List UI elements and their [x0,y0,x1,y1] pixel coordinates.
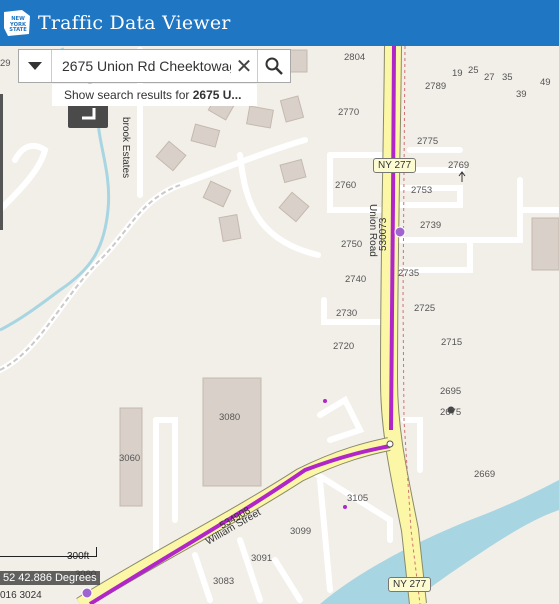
address-label: 39 [516,89,527,100]
search-input[interactable] [52,50,231,82]
poi-dot [343,505,347,509]
address-label: 2804 [344,52,366,63]
address-label: 2760 [335,180,357,191]
address-label: 2769 [448,160,470,171]
address-label: 35 [502,72,513,83]
coordinate-readout-secondary: 016 3024 [0,590,42,601]
suggestion-bold: 2675 U... [192,88,242,102]
search-source-dropdown[interactable] [19,50,52,82]
address-label: 27 [484,72,495,83]
address-label: 2675 [440,407,462,418]
address-label: 2740 [345,274,367,285]
map-canvas [0,46,559,604]
address-label: 3091 [251,553,273,564]
address-label: 3080 [219,412,241,423]
address-label: 2739 [420,220,442,231]
nys-logo: NEW YORK STATE [2,8,32,38]
segment-label-530073: 530073 [378,217,389,251]
search-icon [265,57,283,75]
address-label: 2669 [474,469,496,480]
address-label: 2770 [338,107,360,118]
address-label: 3060 [119,453,141,464]
left-panel-edge[interactable] [0,94,3,230]
address-label: 2775 [417,136,439,147]
close-icon: ✕ [235,55,253,78]
route-shield: NY 277 [373,158,417,173]
address-label: 2753 [411,185,433,196]
address-label: 2730 [336,308,358,319]
address-label: 2720 [333,341,355,352]
address-label: 2789 [425,81,447,92]
route-shield: NY 277 [388,577,432,592]
app-title: Traffic Data Viewer [38,12,231,34]
address-label: 19 [452,68,463,79]
address-label: 25 [468,65,479,76]
search-widget: ✕ [18,49,291,83]
poi-dot [323,399,327,403]
address-label: 2750 [341,239,363,250]
clear-search-button[interactable]: ✕ [231,50,257,82]
minor-roads [0,47,559,603]
app-header: NEW YORK STATE Traffic Data Viewer [0,0,559,46]
address-label: 29 [0,58,11,69]
logo-text-state: STATE [9,27,27,34]
road-label-union: Union Road [367,204,378,257]
station-marker[interactable] [81,587,93,599]
address-label: 3099 [290,526,312,537]
address-label: 2715 [441,337,463,348]
dashed-trail [0,184,181,371]
station-marker[interactable] [394,226,406,238]
suggestion-prefix: Show search results for [64,88,193,102]
address-label: 3105 [347,493,369,504]
road-label-brook: brook Estates [120,117,131,179]
address-label: 2725 [414,303,436,314]
address-label: 2695 [440,386,462,397]
search-suggestion[interactable]: Show search results for 2675 U... [52,84,257,106]
address-label: 3083 [213,576,235,587]
address-label: 2735 [398,268,420,279]
map-view[interactable]: NY 277 NY 277 Union Road brook Estates 5… [0,46,559,604]
chevron-down-icon [28,62,42,70]
arrow-icon [458,171,466,182]
scale-label: 300ft [67,551,90,562]
coordinate-readout: 52 42.886 Degrees [0,571,100,585]
address-label: 49 [540,77,551,88]
search-button[interactable] [257,50,290,82]
junction-node [386,440,394,448]
